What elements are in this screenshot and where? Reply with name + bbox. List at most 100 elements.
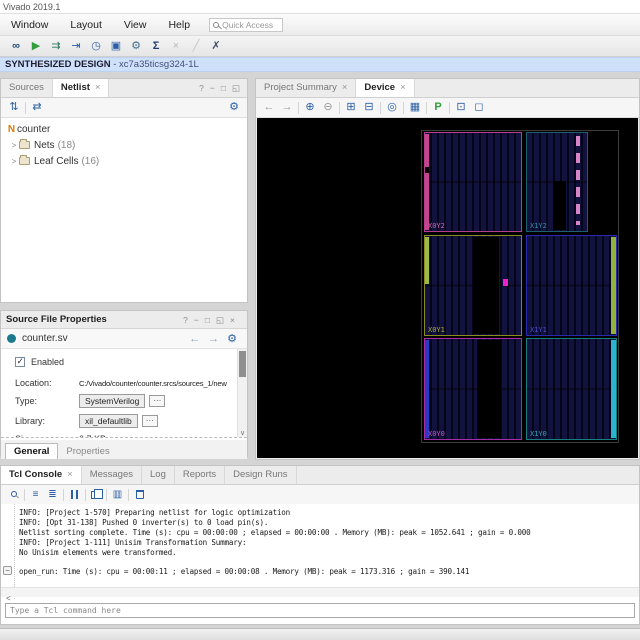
tab-reports[interactable]: Reports — [175, 466, 226, 484]
help-icon[interactable]: ? — [196, 79, 207, 97]
console-line: open_run: Time (s): cpu = 00:00:11 ; ela… — [19, 567, 470, 576]
clear-console-icon[interactable] — [136, 490, 144, 499]
zoom-out-icon[interactable]: ⊖ — [319, 98, 337, 117]
tab-messages[interactable]: Messages — [82, 466, 143, 484]
banner-label: SYNTHESIZED DESIGN — [5, 59, 111, 70]
panel-window-controls: ? − □ ◱ — [196, 79, 247, 97]
close-icon[interactable]: × — [95, 82, 101, 93]
gear-icon[interactable]: ⚙ — [225, 98, 243, 117]
tab-design-runs[interactable]: Design Runs — [225, 466, 297, 484]
clock-region-x1y0[interactable]: X1Y0 — [526, 338, 617, 440]
zoom-fit-icon[interactable]: ⊞ — [342, 98, 360, 117]
quick-access-search[interactable]: Quick Access — [209, 17, 284, 32]
timer-icon[interactable]: ◷ — [86, 36, 106, 56]
float-icon[interactable]: ◱ — [229, 79, 243, 97]
tree-root-row[interactable]: N counter — [1, 121, 247, 137]
report-icon[interactable]: ▣ — [106, 36, 126, 56]
help-icon[interactable]: ? — [180, 311, 191, 329]
tree-item-nets[interactable]: > Nets (18) — [1, 137, 247, 153]
tab-project-summary[interactable]: Project Summary × — [256, 79, 357, 97]
pause-icon[interactable] — [71, 490, 78, 499]
enabled-checkbox[interactable] — [15, 356, 25, 367]
tab-general[interactable]: General — [5, 443, 59, 459]
zoom-selection-icon[interactable]: ⊟ — [360, 98, 378, 117]
run-icon[interactable]: ▶ — [26, 36, 46, 56]
close-icon[interactable]: × — [67, 469, 73, 480]
library-value-box[interactable]: xil_defaultlib — [79, 414, 138, 428]
expand-all-icon[interactable]: ≣ — [44, 486, 61, 504]
clock-region-x0y2[interactable]: X0Y2 — [424, 132, 522, 232]
tree-item-leaf-cells[interactable]: > Leaf Cells (16) — [1, 153, 247, 169]
menu-layout[interactable]: Layout — [59, 14, 113, 36]
collapse-toggle-icon[interactable]: − — [3, 566, 12, 575]
routing-resources-icon[interactable]: ▦ — [406, 98, 424, 117]
back-icon[interactable]: ← — [185, 333, 204, 345]
clock-region-x0y1[interactable]: X0Y1 — [424, 235, 522, 336]
minimize-icon[interactable]: − — [191, 311, 202, 329]
console-toolbar: ≡ ≣ ▥ — [1, 485, 639, 505]
float-icon[interactable]: ◱ — [213, 311, 227, 329]
type-value-box[interactable]: SystemVerilog — [79, 394, 146, 408]
horizontal-scrollbar[interactable]: < — [1, 587, 639, 603]
bar-notch — [425, 167, 429, 173]
chevron-right-icon[interactable]: > — [9, 141, 19, 150]
minimize-icon[interactable]: − — [207, 79, 218, 97]
menu-help[interactable]: Help — [157, 14, 201, 36]
type-row: Type: SystemVerilog ··· — [15, 393, 233, 409]
library-browse-button[interactable]: ··· — [141, 415, 158, 427]
maximize-icon[interactable]: □ — [202, 311, 213, 329]
placed-cell-highlight[interactable] — [503, 279, 508, 286]
settings-icon[interactable]: ⚙ — [126, 36, 146, 56]
copy-icon[interactable] — [91, 488, 103, 499]
menu-window[interactable]: Window — [0, 14, 59, 36]
back-icon[interactable]: ← — [260, 98, 278, 117]
clock-region-x1y1[interactable]: X1Y1 — [526, 235, 617, 336]
tab-log[interactable]: Log — [142, 466, 175, 484]
device-canvas[interactable]: X0Y2 X1Y2 X0Y1 X1Y1 X0Y0 X1Y0 — [257, 118, 638, 458]
tab-properties[interactable]: Properties — [58, 444, 117, 459]
tab-netlist[interactable]: Netlist × — [52, 79, 110, 97]
menu-view[interactable]: View — [113, 14, 158, 36]
close-icon[interactable]: × — [400, 82, 406, 93]
scrollbar-thumb[interactable] — [239, 351, 246, 377]
tcl-command-input[interactable] — [5, 603, 635, 618]
pblock-icon[interactable]: P — [429, 98, 447, 117]
find-icon[interactable]: ∞ — [6, 36, 26, 56]
scroll-left-icon[interactable]: < — [1, 594, 16, 603]
console-output[interactable]: INFO: [Project 1-570] Preparing netlist … — [1, 504, 639, 599]
chevron-right-icon[interactable]: > — [9, 157, 19, 166]
divider — [426, 101, 427, 114]
close-icon[interactable]: × — [227, 311, 238, 329]
vertical-scrollbar[interactable]: ∨ — [237, 349, 247, 437]
menu-bar: Window Layout View Help Quick Access — [0, 14, 640, 36]
file-nav: ← → ⚙ — [185, 332, 241, 346]
clock-region-x1y2[interactable]: X1Y2 — [526, 132, 588, 232]
maximize-icon[interactable]: □ — [218, 79, 229, 97]
autofit-selection-icon[interactable]: ◎ — [383, 98, 401, 117]
tab-device[interactable]: Device × — [356, 79, 415, 97]
sum-icon[interactable]: Σ — [146, 36, 166, 56]
draw-pblock-icon[interactable]: ⊡ — [452, 98, 470, 117]
enabled-row: Enabled — [15, 354, 233, 370]
close-icon[interactable]: × — [342, 82, 348, 93]
disconnect-icon[interactable]: ✗ — [206, 36, 226, 56]
gear-icon[interactable]: ⚙ — [223, 332, 241, 345]
forward-icon[interactable]: → — [278, 98, 296, 117]
clock-region-x0y0[interactable]: X0Y0 — [424, 338, 522, 440]
sync-icon[interactable]: ⇄ — [28, 98, 46, 117]
scroll-down-icon[interactable]: ∨ — [238, 429, 247, 437]
relaunch-icon[interactable]: ⇥ — [66, 36, 86, 56]
collapse-all-icon[interactable]: ≡ — [27, 486, 44, 504]
tab-sources[interactable]: Sources — [1, 79, 53, 97]
collapse-all-icon[interactable]: ⇅ — [5, 98, 23, 117]
zoom-in-icon[interactable]: ⊕ — [301, 98, 319, 117]
forward-icon[interactable]: → — [204, 333, 223, 345]
step-icon[interactable]: ⇉ — [46, 36, 66, 56]
select-area-icon[interactable]: ◻ — [470, 98, 488, 117]
tab-tcl-console[interactable]: Tcl Console × — [1, 466, 82, 484]
console-line: No Unisim elements were transformed. — [19, 548, 177, 557]
search-icon[interactable] — [10, 490, 17, 497]
field-label: Location: — [15, 378, 52, 388]
type-browse-button[interactable]: ··· — [149, 395, 166, 407]
word-wrap-icon[interactable]: ▥ — [109, 486, 126, 504]
